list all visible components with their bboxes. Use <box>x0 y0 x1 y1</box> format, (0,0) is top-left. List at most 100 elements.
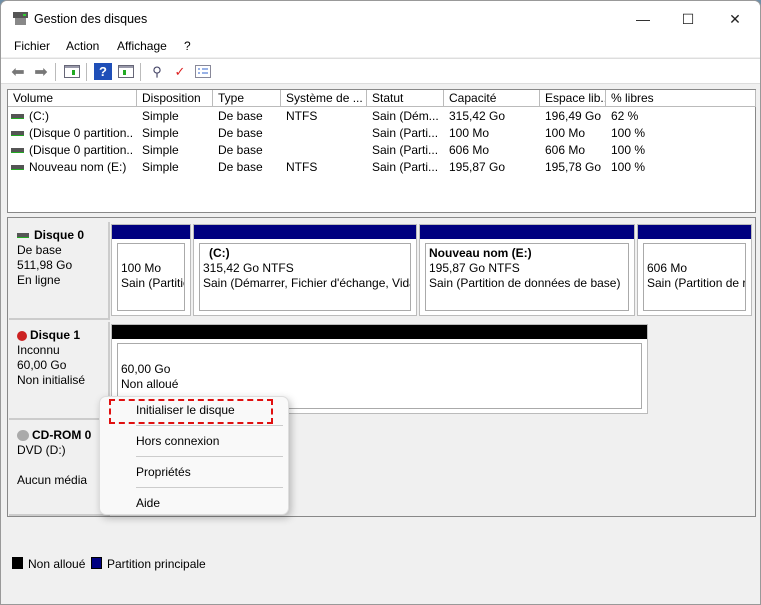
table-cell: 195,87 Go <box>449 159 540 176</box>
cell-text: 315,42 Go <box>449 109 506 123</box>
disk-0-partition[interactable]: (C:) 315,42 Go NTFS Sain (Démarrer, Fichie… <box>193 224 417 316</box>
column-free-space[interactable]: Espace lib... <box>540 90 606 107</box>
column-volume[interactable]: Volume <box>8 90 137 107</box>
menu-separator <box>136 425 283 426</box>
show-action-pane-icon[interactable] <box>117 63 135 80</box>
disk-size: 511,98 Go <box>17 258 73 272</box>
menu-separator <box>136 487 283 488</box>
properties-icon[interactable] <box>194 63 212 80</box>
disk-error-icon <box>17 330 27 341</box>
window-title: Gestion des disques <box>34 12 148 26</box>
menu-item-offline[interactable]: Hors connexion <box>136 434 219 448</box>
column-capacity[interactable]: Capacité <box>444 90 540 107</box>
unallocated-stripe <box>112 325 647 339</box>
cell-text: Simple <box>142 109 179 123</box>
back-icon[interactable]: ⬅ <box>9 63 27 81</box>
table-cell: NTFS <box>286 159 367 176</box>
cdrom-0-label[interactable]: CD-ROM 0 DVD (D:) Aucun média <box>9 422 110 516</box>
column-type[interactable]: Type <box>213 90 281 107</box>
cell-text: 100 % <box>611 126 646 140</box>
minimize-button[interactable]: — <box>621 6 665 32</box>
table-cell: 606 Mo <box>545 142 606 159</box>
partition-status: Sain (Partitio <box>121 276 185 290</box>
check-icon[interactable]: ✓ <box>171 63 189 80</box>
partition-size: 100 Mo <box>121 261 162 275</box>
cell-text: 100 % <box>611 143 646 157</box>
column-filesystem[interactable]: Système de ... <box>281 90 367 107</box>
cell-text: (C:) <box>29 109 49 123</box>
partition-size: 195,87 Go NTFS <box>429 261 520 275</box>
disk-name: Disque 1 <box>30 328 81 342</box>
cell-text: Sain (Parti... <box>372 143 439 157</box>
column-status[interactable]: Statut <box>367 90 444 107</box>
cell-text: De base <box>218 160 263 174</box>
table-cell: NTFS <box>286 108 367 125</box>
context-menu: Initialiser le disque Hors connexion Pro… <box>99 396 289 515</box>
partition-title <box>121 246 184 261</box>
table-cell: De base <box>218 108 281 125</box>
menu-bar: Fichier Action Affichage ? <box>1 37 760 57</box>
disk-1-label[interactable]: Disque 1 Inconnu 60,00 Go Non initialisé <box>9 322 110 420</box>
cell-text: 196,49 Go <box>545 109 602 123</box>
volume-list: Volume Disposition Type Système de ... S… <box>7 89 756 213</box>
partition-status: Non alloué <box>121 377 179 391</box>
table-cell: 62 % <box>611 108 756 125</box>
title-bar: Gestion des disques — ☐ ✕ <box>1 1 760 37</box>
disk-status: En ligne <box>17 273 61 287</box>
menu-action[interactable]: Action <box>66 39 99 53</box>
cell-text: 100 Mo <box>449 126 490 140</box>
disk-0-label[interactable]: Disque 0 De base 511,98 Go En ligne <box>9 222 110 320</box>
forward-icon[interactable]: ➡ <box>32 63 50 81</box>
table-cell: Simple <box>142 125 213 142</box>
maximize-button[interactable]: ☐ <box>666 6 710 32</box>
table-cell: 100 % <box>611 159 756 176</box>
menu-item-initialize-disk[interactable]: Initialiser le disque <box>136 403 235 417</box>
cdrom-name: CD-ROM 0 <box>32 428 92 442</box>
cell-text: 606 Mo <box>449 143 490 157</box>
table-cell: 196,49 Go <box>545 108 606 125</box>
table-cell: (Disque 0 partition... <box>11 142 132 159</box>
table-cell <box>286 142 367 159</box>
connect-icon[interactable]: ⚲ <box>148 63 166 80</box>
disk-icon <box>17 233 29 239</box>
disk-management-window: Gestion des disques — ☐ ✕ Fichier Action… <box>0 0 761 605</box>
menu-item-help[interactable]: Aide <box>136 496 160 510</box>
disk-name: Disque 0 <box>34 228 85 242</box>
cell-text: 100 % <box>611 160 646 174</box>
show-hide-console-tree-icon[interactable] <box>63 63 81 80</box>
primary-partition-stripe <box>638 225 751 239</box>
column-disposition[interactable]: Disposition <box>137 90 213 107</box>
column-percent-free[interactable]: % libres <box>606 90 756 107</box>
help-icon[interactable]: ? <box>94 63 112 80</box>
table-cell: Sain (Parti... <box>372 159 444 176</box>
partition-title <box>647 246 745 261</box>
partition-status: Sain (Partition de données de base) <box>429 276 621 290</box>
disk-0-partition[interactable]: Nouveau nom (E:) 195,87 Go NTFS Sain (Part… <box>419 224 635 316</box>
toolbar: ⬅ ➡ ? ⚲ ✓ <box>1 58 760 84</box>
disk-0-partition[interactable]: 606 Mo Sain (Partition de re <box>637 224 752 316</box>
table-cell: 606 Mo <box>449 142 540 159</box>
primary-partition-stripe <box>194 225 416 239</box>
legend: Non alloué Partition principale <box>7 553 756 575</box>
menu-affichage[interactable]: Affichage <box>117 39 167 53</box>
cell-text: 62 % <box>611 109 639 123</box>
partition-size: 60,00 Go <box>121 362 171 376</box>
cell-text: Simple <box>142 143 179 157</box>
table-cell: Sain (Parti... <box>372 125 444 142</box>
toolbar-separator <box>140 63 141 81</box>
drive-icon <box>11 131 24 137</box>
drive-icon <box>11 148 24 154</box>
menu-item-properties[interactable]: Propriétés <box>136 465 191 479</box>
cdrom-icon <box>17 430 29 442</box>
cell-text: 195,87 Go <box>449 160 506 174</box>
close-button[interactable]: ✕ <box>713 6 757 32</box>
table-cell: 100 % <box>611 125 756 142</box>
disk-0-partition[interactable]: 100 Mo Sain (Partitio <box>111 224 191 316</box>
table-cell: (Disque 0 partition... <box>11 125 132 142</box>
drive-icon <box>11 165 24 171</box>
cell-text: De base <box>218 126 263 140</box>
cdrom-type: DVD (D:) <box>17 443 66 457</box>
menu-help[interactable]: ? <box>184 39 191 53</box>
primary-partition-stripe <box>112 225 190 239</box>
menu-fichier[interactable]: Fichier <box>14 39 50 53</box>
